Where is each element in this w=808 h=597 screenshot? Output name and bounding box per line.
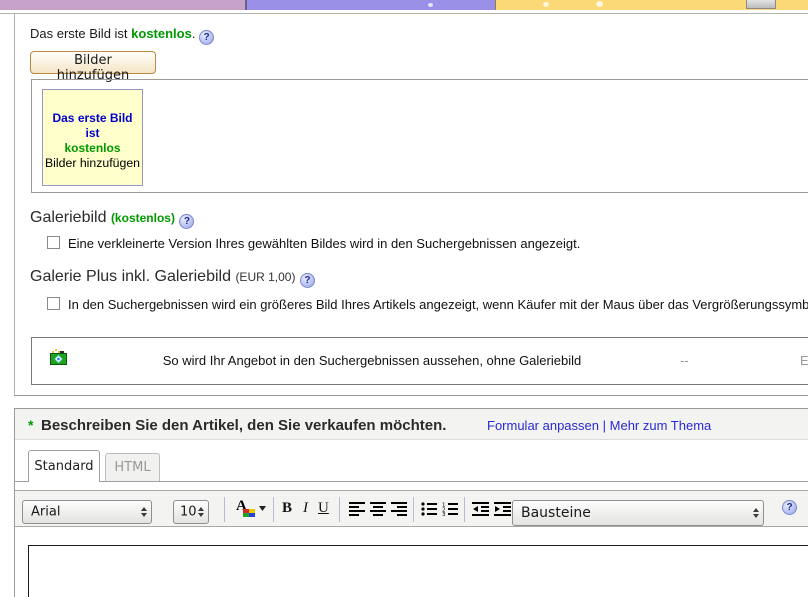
font-color-swatches-icon	[243, 509, 255, 517]
help-icon[interactable]: ?	[299, 273, 315, 288]
gallery-price-note: (kostenlos)	[110, 211, 175, 225]
preview-caption: So wird Ihr Angebot in den Suchergebniss…	[162, 353, 582, 368]
underline-button[interactable]: U	[318, 500, 329, 517]
gallery-plus-title: Galerie Plus inkl. Galeriebild	[30, 268, 231, 285]
picture-strip: Das erste Bild ist kostenlos Bilder hinz…	[31, 79, 808, 193]
toolbar-separator	[339, 497, 340, 522]
svg-text:3: 3	[442, 512, 446, 516]
font-family-value: Arial	[31, 504, 61, 520]
stepper-arrows-icon	[198, 507, 204, 517]
font-family-select[interactable]: Arial	[22, 500, 152, 524]
theme-sparkle	[543, 2, 549, 7]
free-note-suffix: .	[191, 26, 196, 41]
tile-line1: Das erste Bild	[52, 111, 133, 125]
indent-button[interactable]	[494, 502, 511, 519]
numbered-list-button[interactable]: 1 2 3	[442, 502, 458, 519]
gallery-plus-checkbox[interactable]	[47, 297, 60, 310]
description-heading: Beschreiben Sie den Artikel, den Sie ver…	[41, 417, 447, 434]
description-header-links: Formular anpassen | Mehr zum Thema	[487, 418, 711, 433]
outdent-button[interactable]	[472, 502, 489, 519]
indent-icon	[494, 502, 511, 516]
more-on-topic-link[interactable]: Mehr zum Thema	[610, 418, 712, 433]
toolbar-separator	[224, 497, 225, 522]
building-blocks-value: Bausteine	[521, 505, 591, 521]
sell-form-page: Das erste Bild ist kostenlos. ? Bilder h…	[0, 0, 808, 597]
gallery-title: Galeriebild	[30, 209, 107, 226]
align-right-icon	[391, 502, 407, 516]
align-center-icon	[370, 502, 386, 516]
toolbar-separator	[273, 497, 274, 522]
gallery-plus-checkbox-label: In den Suchergebnissen wird ein größeres…	[68, 297, 808, 312]
font-size-value: 10	[180, 504, 197, 520]
first-picture-free-note: Das erste Bild ist kostenlos. ?	[30, 26, 215, 45]
gallery-plus-heading: Galerie Plus inkl. Galeriebild (EUR 1,00…	[30, 268, 315, 288]
editor-toolbar: Arial 10 A B I U 1 2 3 Bausteine ?	[15, 490, 808, 527]
preview-placeholder-dash: --	[680, 353, 689, 368]
browser-button-stub[interactable]	[746, 0, 776, 9]
toolbar-separator	[464, 497, 465, 522]
tile-line4: Bilder hinzufügen	[44, 156, 141, 170]
search-preview-row: So wird Ihr Angebot in den Suchergebniss…	[31, 337, 808, 385]
building-blocks-select[interactable]: Bausteine	[512, 500, 764, 526]
theme-sparkle	[596, 1, 603, 7]
align-left-button[interactable]	[349, 502, 365, 519]
free-note-prefix: Das erste Bild ist	[30, 26, 132, 41]
chevron-down-icon	[259, 506, 266, 511]
align-left-icon	[349, 502, 365, 516]
add-pictures-button[interactable]: Bilder hinzufügen	[30, 51, 156, 83]
pictures-section-bottom-border	[14, 395, 808, 396]
tab-strip-bottom-border	[14, 481, 808, 482]
font-color-button[interactable]: A	[236, 498, 266, 521]
help-icon[interactable]: ?	[199, 30, 215, 45]
gallery-heading: Galeriebild (kostenlos) ?	[30, 209, 195, 229]
tab-html[interactable]: HTML	[105, 453, 160, 482]
help-icon[interactable]: ?	[179, 214, 195, 229]
tab-standard[interactable]: Standard	[28, 450, 100, 482]
bullet-list-icon	[421, 502, 437, 516]
content-top-border	[0, 13, 808, 14]
help-icon[interactable]: ?	[782, 500, 797, 515]
stepper-arrows-icon	[141, 507, 147, 517]
tile-line2: ist	[85, 126, 100, 140]
first-picture-placeholder[interactable]: Das erste Bild ist kostenlos Bilder hinz…	[42, 89, 143, 186]
pictures-section-left-border	[14, 13, 15, 396]
font-size-select[interactable]: 10	[173, 500, 209, 524]
align-right-button[interactable]	[391, 502, 407, 519]
customize-form-link[interactable]: Formular anpassen	[487, 418, 599, 433]
theme-bar-left	[0, 0, 245, 10]
tile-line3: kostenlos	[64, 141, 121, 155]
gallery-plus-price-note: (EUR 1,00)	[235, 270, 296, 284]
stepper-arrows-icon	[753, 508, 759, 518]
theme-bar-mid	[247, 0, 495, 10]
bullet-list-button[interactable]	[421, 502, 437, 519]
link-divider: |	[602, 418, 607, 433]
preview-price-fragment: E	[800, 353, 808, 368]
italic-button[interactable]: I	[303, 500, 308, 517]
theme-sparkle	[428, 3, 433, 7]
bold-button[interactable]: B	[282, 500, 292, 517]
camera-icon	[50, 349, 67, 365]
description-editor[interactable]	[29, 546, 808, 597]
toolbar-separator	[413, 497, 414, 522]
outdent-icon	[472, 502, 489, 516]
description-editor-frame	[28, 545, 808, 597]
description-header: * Beschreiben Sie den Artikel, den Sie v…	[15, 409, 808, 440]
required-asterisk: *	[28, 417, 34, 433]
gallery-checkbox[interactable]	[47, 236, 60, 249]
free-note-highlight: kostenlos	[131, 26, 192, 41]
align-center-button[interactable]	[370, 502, 386, 519]
gallery-checkbox-label: Eine verkleinerte Version Ihres gewählte…	[68, 236, 581, 251]
numbered-list-icon: 1 2 3	[442, 503, 458, 518]
